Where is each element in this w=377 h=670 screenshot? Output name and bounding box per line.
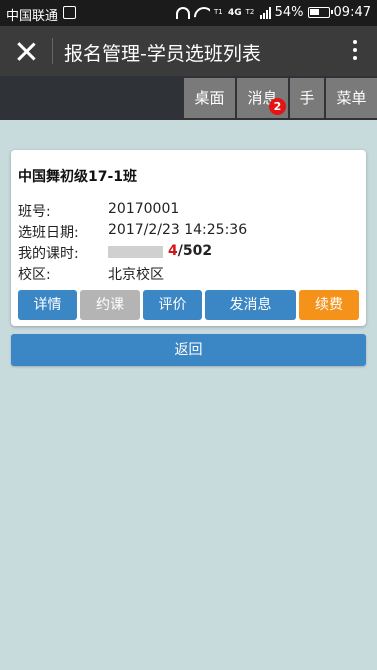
nav-desktop-label: 桌面 bbox=[194, 89, 225, 107]
battery-percent: 54% bbox=[274, 5, 304, 20]
nav-messages-button[interactable]: 消息 2 bbox=[237, 78, 288, 118]
message-count-badge: 2 bbox=[269, 98, 286, 115]
enroll-date-label: 选班日期: bbox=[18, 225, 79, 241]
status-bar: 中国联通 T1 4G T2 54% 09:47 bbox=[0, 0, 377, 26]
page-title: 报名管理-学员选班列表 bbox=[64, 43, 261, 65]
top-nav: 桌面 消息 2 手 菜单 bbox=[0, 76, 377, 120]
title-divider bbox=[52, 38, 53, 64]
class-number-label: 班号: bbox=[18, 204, 51, 220]
carrier-name: 中国联通 bbox=[6, 9, 59, 24]
sim1-label: T1 bbox=[213, 8, 223, 16]
title-bar: 报名管理-学员选班列表 bbox=[0, 26, 377, 76]
status-right: T1 4G T2 54% 09:47 bbox=[175, 5, 371, 20]
hours-label: 我的课时: bbox=[18, 246, 79, 262]
enroll-date-value: 2017/2/23 14:25:36 bbox=[108, 222, 248, 238]
back-button[interactable]: 返回 bbox=[11, 334, 366, 366]
close-icon[interactable] bbox=[14, 39, 38, 63]
hours-total: 502 bbox=[182, 243, 213, 259]
nav-menu-label: 菜单 bbox=[336, 89, 367, 107]
nav-hand-label: 手 bbox=[299, 89, 315, 107]
wifi-icon bbox=[194, 7, 210, 19]
class-card: 中国舞初级17-1班 班号: 20170001 选班日期: 2017/2/23 … bbox=[11, 150, 366, 326]
nav-menu-button[interactable]: 菜单 bbox=[326, 78, 377, 118]
network-type: 4G bbox=[227, 7, 242, 18]
class-number-value: 20170001 bbox=[108, 201, 180, 217]
book-lesson-button[interactable]: 约课 bbox=[80, 290, 140, 320]
hours-used: 4 bbox=[168, 243, 178, 259]
hours-progress-bar bbox=[108, 246, 163, 258]
campus-label: 校区: bbox=[18, 267, 51, 283]
hours-value: 4/502 bbox=[168, 243, 212, 259]
class-name: 中国舞初级17-1班 bbox=[18, 169, 138, 185]
headset-icon bbox=[175, 6, 190, 19]
battery-icon bbox=[307, 7, 333, 18]
clock: 09:47 bbox=[333, 5, 371, 20]
review-button[interactable]: 评价 bbox=[143, 290, 202, 320]
sim2-label: T2 bbox=[245, 8, 255, 16]
renew-button[interactable]: 续费 bbox=[299, 290, 359, 320]
signal-icon bbox=[259, 6, 271, 19]
details-button[interactable]: 详情 bbox=[18, 290, 77, 320]
nav-desktop-button[interactable]: 桌面 bbox=[184, 78, 235, 118]
campus-value: 北京校区 bbox=[108, 267, 164, 283]
sim-icon bbox=[63, 6, 76, 19]
nav-hand-button[interactable]: 手 bbox=[290, 78, 324, 118]
send-message-button[interactable]: 发消息 bbox=[205, 290, 296, 320]
more-icon[interactable] bbox=[353, 40, 359, 62]
